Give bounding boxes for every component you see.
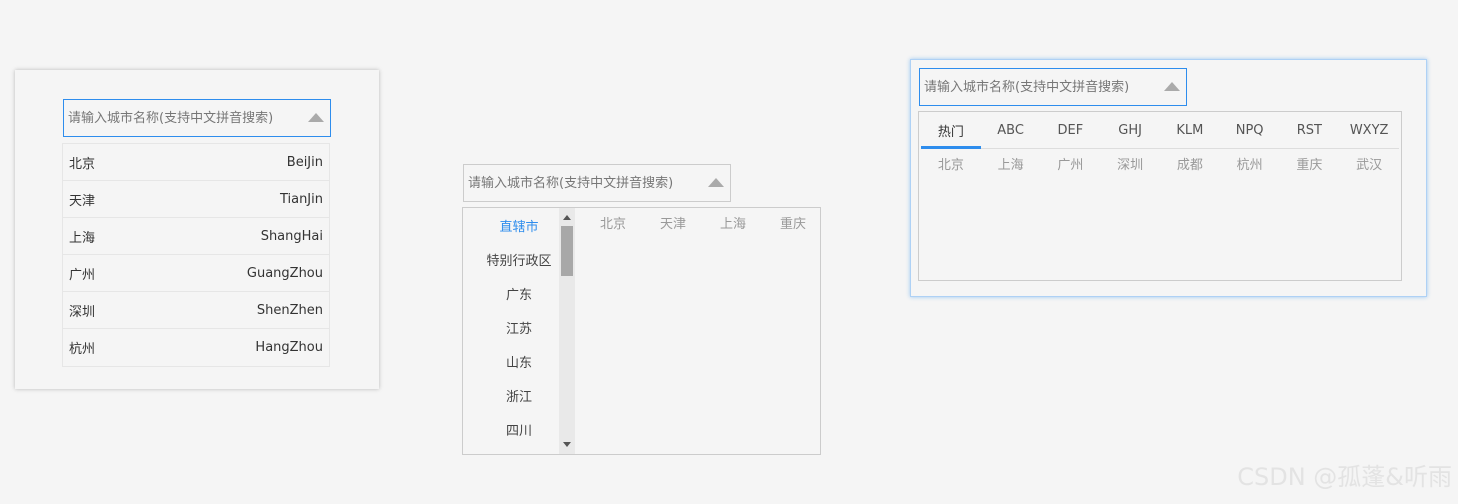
city-pinyin: TianJin xyxy=(279,191,323,207)
city-item[interactable]: 深圳 xyxy=(1100,149,1160,177)
city-pinyin: ShenZhen xyxy=(256,302,323,318)
list-item[interactable]: 上海 ShangHai xyxy=(63,218,329,255)
city-search-input[interactable] xyxy=(68,100,330,136)
hot-city-grid: 北京 上海 广州 深圳 成都 杭州 重庆 武汉 xyxy=(921,149,1399,177)
tab-npq[interactable]: NPQ xyxy=(1220,112,1280,148)
tab-hot[interactable]: 热门 xyxy=(921,112,981,149)
scroll-up-arrow-icon[interactable] xyxy=(563,215,571,220)
list-item[interactable]: 北京 BeiJin xyxy=(63,144,329,181)
tab-abc[interactable]: ABC xyxy=(981,112,1041,148)
city-search-box[interactable] xyxy=(463,164,731,202)
province-city-dropdown: 直辖市 特别行政区 广东 江苏 山东 浙江 四川 北京 天津 上海 重庆 xyxy=(462,207,821,455)
list-item[interactable]: 广州 GuangZhou xyxy=(63,255,329,292)
city-picker-list-panel: 北京 BeiJin 天津 TianJin 上海 ShangHai 广州 Guan… xyxy=(15,70,379,389)
city-item[interactable]: 重庆 xyxy=(1280,149,1340,177)
city-item[interactable]: 杭州 xyxy=(1220,149,1280,177)
scroll-down-arrow-icon[interactable] xyxy=(563,442,571,447)
caret-up-icon[interactable] xyxy=(308,113,324,122)
tab-wxyz[interactable]: WXYZ xyxy=(1339,112,1399,148)
city-name: 杭州 xyxy=(69,342,96,357)
city-search-box[interactable] xyxy=(919,68,1187,106)
tab-def[interactable]: DEF xyxy=(1041,112,1101,148)
caret-up-icon[interactable] xyxy=(708,178,724,187)
city-item[interactable]: 天津 xyxy=(643,208,703,236)
city-search-input[interactable] xyxy=(924,69,1186,105)
tab-rst[interactable]: RST xyxy=(1280,112,1340,148)
city-name: 上海 xyxy=(69,230,96,246)
city-pinyin: GuangZhou xyxy=(246,265,323,281)
alphabet-tabs: 热门 ABC DEF GHJ KLM NPQ RST WXYZ xyxy=(921,112,1399,149)
city-name: 天津 xyxy=(69,193,96,209)
city-search-box[interactable] xyxy=(63,99,331,137)
city-suggestion-list: 北京 BeiJin 天津 TianJin 上海 ShangHai 广州 Guan… xyxy=(62,143,330,367)
city-item[interactable]: 成都 xyxy=(1160,149,1220,177)
city-item[interactable]: 上海 xyxy=(981,149,1041,177)
watermark: CSDN @孤蓬&听雨 xyxy=(1237,463,1452,491)
list-item[interactable]: 杭州 HangZhou xyxy=(63,329,329,366)
tab-klm[interactable]: KLM xyxy=(1160,112,1220,148)
scrollbar-thumb[interactable] xyxy=(561,226,573,276)
city-grid: 北京 天津 上海 重庆 xyxy=(575,208,820,236)
city-item[interactable]: 北京 xyxy=(921,149,981,177)
city-search-input[interactable] xyxy=(468,165,730,201)
alphabet-tab-box: 热门 ABC DEF GHJ KLM NPQ RST WXYZ 北京 上海 广州… xyxy=(918,111,1402,281)
city-item[interactable]: 北京 xyxy=(583,208,643,236)
city-pinyin: HangZhou xyxy=(255,340,323,355)
tab-ghj[interactable]: GHJ xyxy=(1100,112,1160,148)
city-name: 广州 xyxy=(69,267,96,283)
city-item[interactable]: 广州 xyxy=(1041,149,1101,177)
list-item[interactable]: 天津 TianJin xyxy=(63,181,329,218)
city-pinyin: BeiJin xyxy=(286,154,323,170)
list-item[interactable]: 深圳 ShenZhen xyxy=(63,292,329,329)
city-item[interactable]: 武汉 xyxy=(1339,149,1399,177)
city-item[interactable]: 重庆 xyxy=(763,208,820,236)
city-item[interactable]: 上海 xyxy=(703,208,763,236)
city-name: 北京 xyxy=(69,156,96,172)
city-picker-tab-panel: 热门 ABC DEF GHJ KLM NPQ RST WXYZ 北京 上海 广州… xyxy=(910,59,1427,297)
city-name: 深圳 xyxy=(69,304,96,320)
city-pinyin: ShangHai xyxy=(260,228,323,244)
caret-up-icon[interactable] xyxy=(1164,82,1180,91)
province-scrollbar[interactable] xyxy=(559,208,575,454)
